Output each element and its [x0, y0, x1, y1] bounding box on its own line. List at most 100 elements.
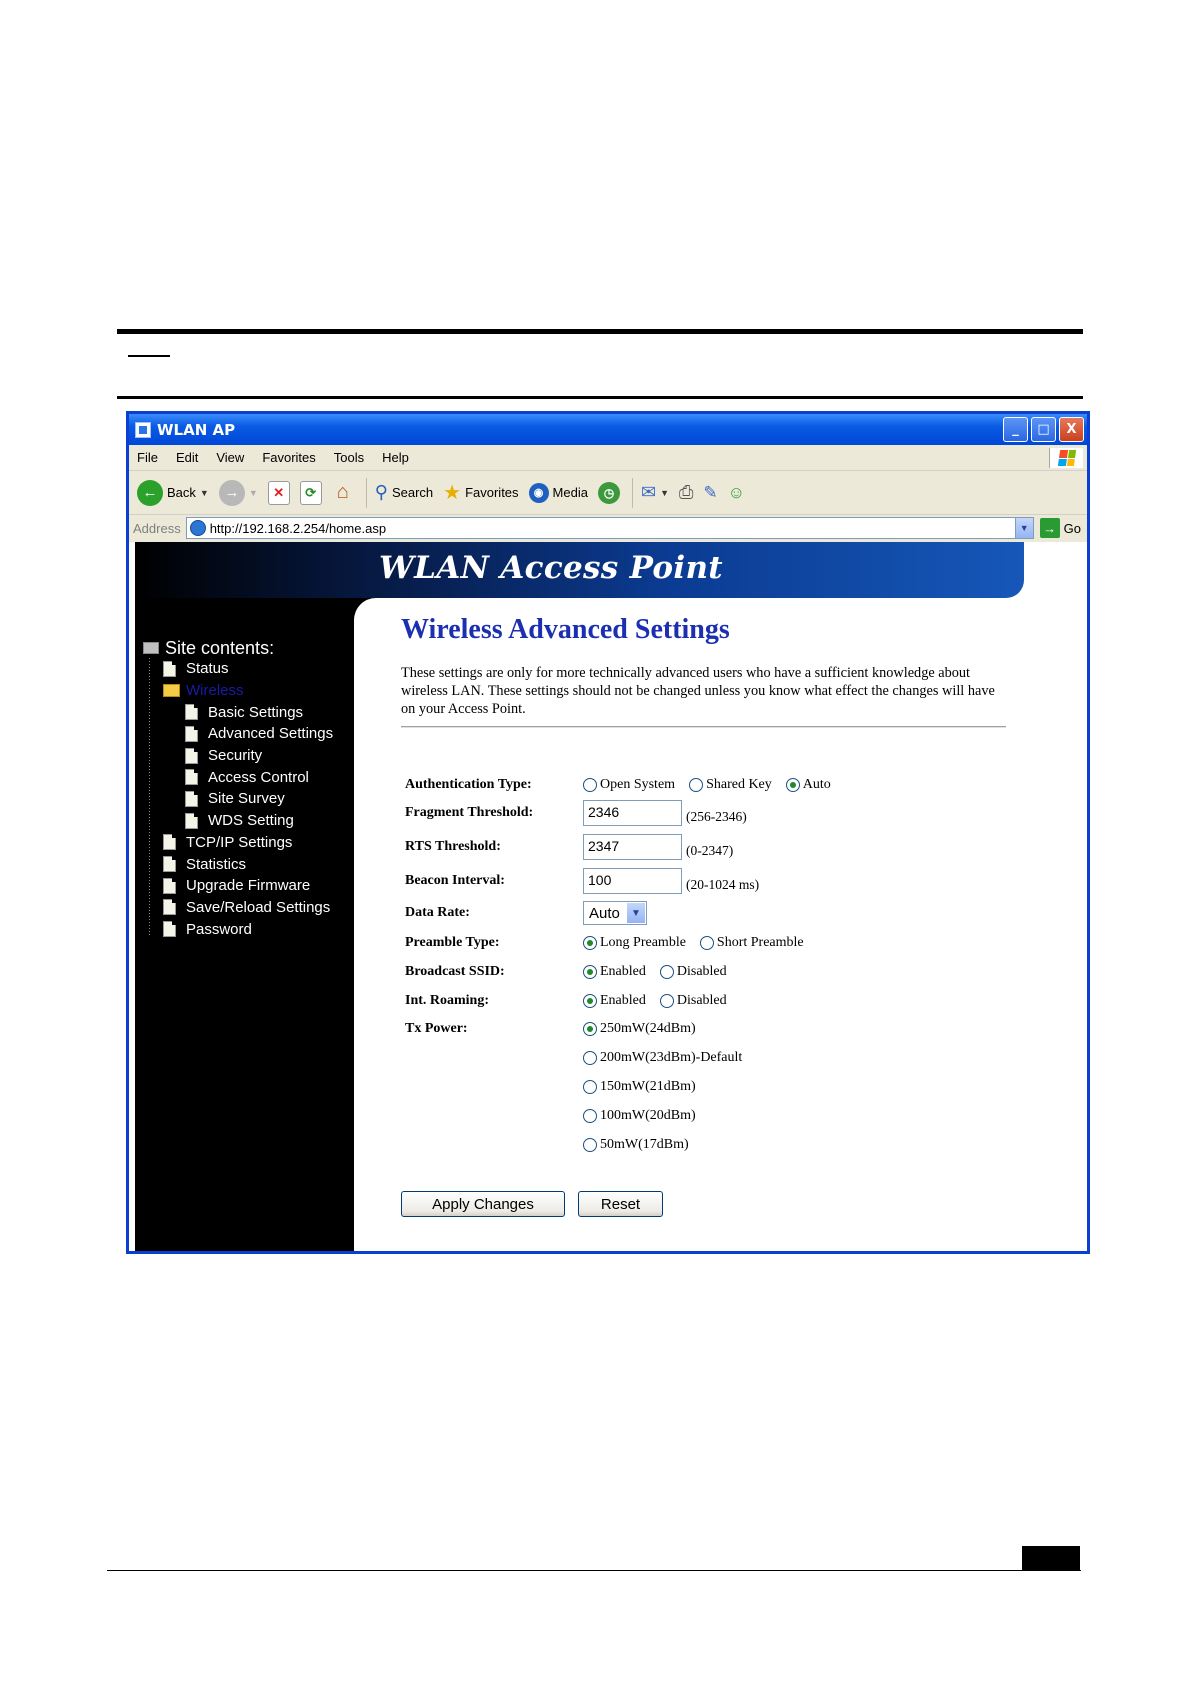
forward-button[interactable]: → ▼ — [218, 479, 258, 506]
tx-power-250mw-option[interactable]: 250mW(24dBm) — [583, 1021, 696, 1037]
menu-tools[interactable]: Tools — [334, 450, 364, 465]
beacon-interval-label: Beacon Interval: — [405, 873, 505, 888]
chevron-down-icon[interactable]: ▼ — [627, 903, 645, 923]
option-label: Shared Key — [706, 777, 772, 792]
main-content: Wireless Advanced Settings These setting… — [401, 614, 1006, 728]
menu-help[interactable]: Help — [382, 450, 409, 465]
roaming-disabled-radio[interactable] — [659, 994, 674, 1008]
page-icon — [163, 856, 176, 873]
fragment-threshold-input[interactable]: 2346 — [583, 800, 682, 826]
option-label: Open System — [600, 777, 676, 792]
tx-power-radio[interactable] — [583, 1080, 597, 1094]
go-button[interactable]: → Go — [1039, 518, 1081, 538]
rts-threshold-input[interactable]: 2347 — [583, 834, 682, 860]
tree-item-access-control[interactable]: Access Control — [143, 766, 333, 788]
toolbar-separator — [365, 477, 367, 508]
tx-power-radio[interactable] — [583, 1109, 597, 1123]
tree-item-upgrade-firmware[interactable]: Upgrade Firmware — [143, 875, 333, 897]
stop-button[interactable]: ✕ — [267, 480, 290, 505]
windows-flag-icon — [1057, 449, 1076, 466]
media-button[interactable]: ◉ Media — [528, 482, 588, 503]
ssid-disabled-option[interactable]: Disabled — [659, 964, 727, 980]
preamble-long-radio[interactable] — [583, 936, 597, 950]
tree-item-status[interactable]: Status — [143, 658, 333, 680]
mail-dropdown-icon[interactable]: ▼ — [660, 488, 669, 498]
tree-item-save-reload-settings[interactable]: Save/Reload Settings — [143, 897, 333, 919]
address-input[interactable]: http://192.168.2.254/home.asp ▼ — [185, 517, 1034, 539]
option-label: Long Preamble — [600, 935, 686, 950]
mail-button[interactable]: ✉ ▼ — [641, 482, 669, 503]
refresh-icon: ⟳ — [299, 480, 322, 505]
preamble-short-radio[interactable] — [699, 936, 714, 950]
reset-button[interactable]: Reset — [578, 1191, 663, 1217]
messenger-button[interactable]: ☺ — [728, 483, 745, 503]
minimize-button[interactable]: _ — [1003, 417, 1028, 442]
auth-open-system-radio[interactable] — [583, 778, 597, 792]
beacon-interval-input[interactable]: 100 — [583, 868, 682, 894]
tx-power-100mw-option[interactable]: 100mW(20dBm) — [583, 1108, 696, 1124]
tree-item-label: Password — [186, 920, 252, 938]
history-icon: ◷ — [597, 481, 620, 504]
tree-item-basic-settings[interactable]: Basic Settings — [143, 701, 333, 723]
tree-item-label: Basic Settings — [208, 703, 304, 721]
option-label: 250mW(24dBm) — [600, 1021, 696, 1036]
history-button[interactable]: ◷ — [597, 481, 620, 504]
close-button[interactable]: X — [1059, 417, 1084, 442]
tx-power-50mw-option[interactable]: 50mW(17dBm) — [583, 1137, 689, 1153]
data-rate-select[interactable]: Auto ▼ — [583, 901, 647, 925]
menu-file[interactable]: File — [137, 450, 158, 465]
tree-item-wireless[interactable]: Wireless — [143, 680, 333, 702]
tree-item-tcpip-settings[interactable]: TCP/IP Settings — [143, 832, 333, 854]
ssid-enabled-radio[interactable] — [583, 965, 597, 979]
tree-item-site-survey[interactable]: Site Survey — [143, 788, 333, 810]
auth-auto-option[interactable]: Auto — [785, 777, 831, 793]
tree-item-statistics[interactable]: Statistics — [143, 853, 333, 875]
preamble-long-option[interactable]: Long Preamble — [583, 935, 686, 951]
tree-item-password[interactable]: Password — [143, 918, 333, 940]
search-button[interactable]: ⚲ Search — [375, 482, 433, 503]
roaming-disabled-option[interactable]: Disabled — [659, 993, 727, 1009]
tree-item-security[interactable]: Security — [143, 745, 333, 767]
address-dropdown-icon[interactable]: ▼ — [1014, 518, 1033, 538]
home-button[interactable]: ⌂ — [332, 481, 354, 505]
refresh-button[interactable]: ⟳ — [299, 480, 322, 505]
tx-power-radio[interactable] — [583, 1051, 597, 1065]
favorites-button[interactable]: ★ Favorites — [443, 480, 518, 505]
tree-item-label: Save/Reload Settings — [186, 898, 331, 916]
maximize-button[interactable]: □ — [1031, 417, 1056, 442]
tx-power-200mw-option[interactable]: 200mW(23dBm)-Default — [583, 1050, 742, 1066]
media-globe-icon: ◉ — [528, 482, 549, 503]
print-button[interactable]: ⎙ — [679, 482, 693, 503]
ie-window-icon — [135, 421, 151, 438]
auth-open-system-option[interactable]: Open System — [583, 777, 675, 793]
tree-item-wds-setting[interactable]: WDS Setting — [143, 810, 333, 832]
menu-favorites[interactable]: Favorites — [262, 450, 315, 465]
preamble-short-option[interactable]: Short Preamble — [699, 935, 804, 951]
roaming-enabled-radio[interactable] — [583, 994, 597, 1008]
window-title: WLAN AP — [157, 420, 236, 439]
header-banner: WLAN Access Point — [135, 542, 1024, 598]
ssid-enabled-option[interactable]: Enabled — [583, 964, 646, 980]
edit-button[interactable]: ✎ — [703, 483, 717, 503]
tx-power-150mw-option[interactable]: 150mW(21dBm) — [583, 1079, 696, 1095]
menu-view[interactable]: View — [216, 450, 244, 465]
forward-dropdown-icon[interactable]: ▼ — [249, 488, 258, 498]
back-button[interactable]: ← Back ▼ — [137, 479, 209, 506]
auth-type-label: Authentication Type: — [405, 777, 532, 792]
auth-auto-radio[interactable] — [785, 778, 800, 792]
option-label: Enabled — [600, 964, 646, 979]
page-icon — [163, 660, 176, 677]
roaming-enabled-option[interactable]: Enabled — [583, 993, 646, 1009]
auth-shared-key-option[interactable]: Shared Key — [689, 777, 772, 793]
tx-power-radio[interactable] — [583, 1022, 597, 1036]
banner-title: WLAN Access Point — [379, 550, 723, 586]
tx-power-radio[interactable] — [583, 1138, 597, 1152]
ssid-disabled-radio[interactable] — [659, 965, 674, 979]
tree-item-advanced-settings[interactable]: Advanced Settings — [143, 723, 333, 745]
int-roaming-label: Int. Roaming: — [405, 993, 490, 1008]
back-dropdown-icon[interactable]: ▼ — [200, 488, 209, 498]
auth-shared-key-radio[interactable] — [689, 778, 704, 792]
tree-item-label: WDS Setting — [208, 812, 294, 830]
menu-edit[interactable]: Edit — [176, 450, 198, 465]
apply-changes-button[interactable]: Apply Changes — [401, 1191, 565, 1217]
